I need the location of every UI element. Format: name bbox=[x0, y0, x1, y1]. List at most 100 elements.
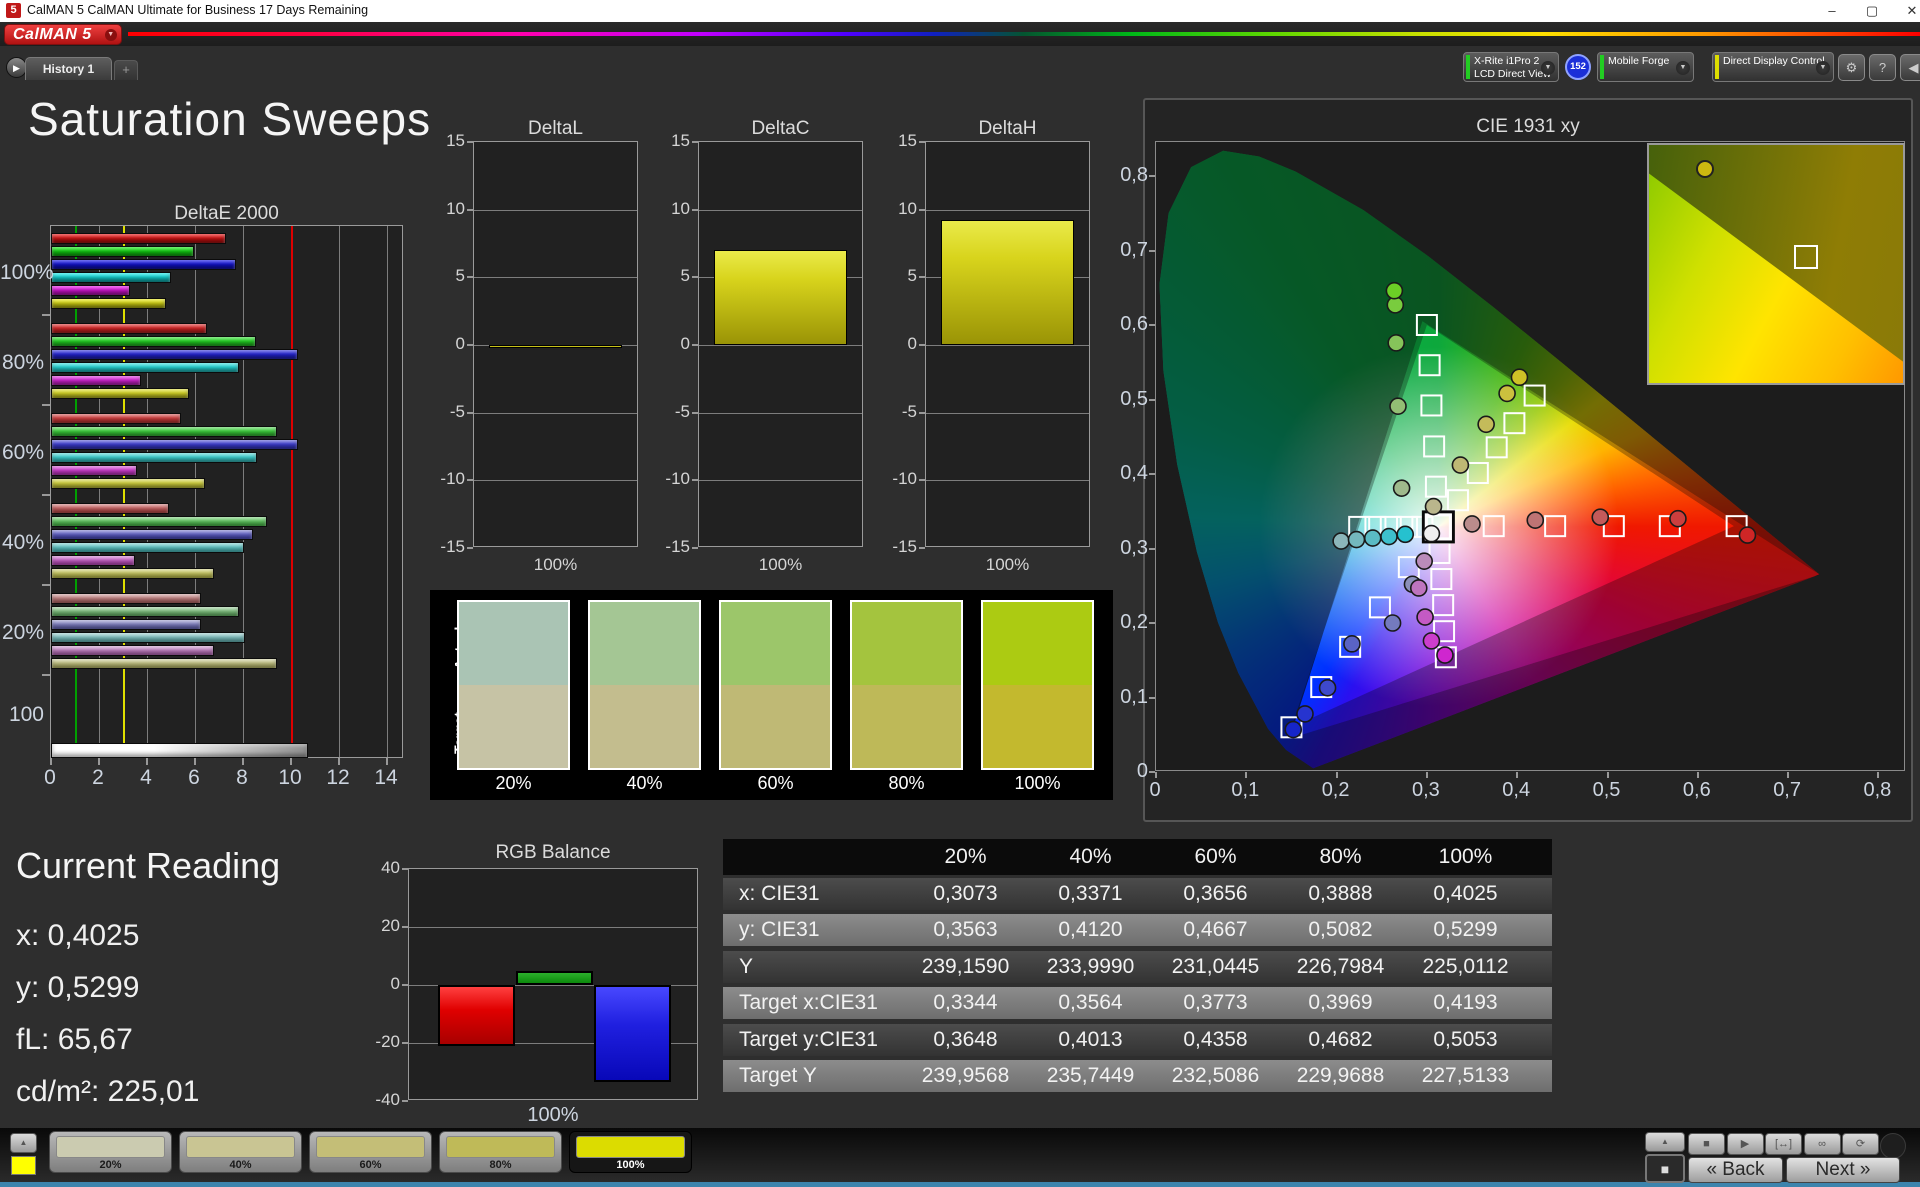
cie-x-tick bbox=[1696, 772, 1699, 778]
cie-measured-circle-cyan bbox=[1380, 527, 1398, 546]
collapse-button[interactable]: ◀ bbox=[1900, 54, 1920, 81]
cie-target-square-magenta bbox=[1430, 568, 1453, 591]
patch-swatch bbox=[446, 1136, 555, 1158]
swatch-target bbox=[852, 685, 961, 768]
table-row-label: Y bbox=[739, 954, 754, 978]
deltaH-plot bbox=[925, 141, 1090, 547]
cie-measured-circle-cyan bbox=[1363, 529, 1382, 547]
cie-title: CIE 1931 xy bbox=[1476, 116, 1580, 137]
cie-measured-circle-red bbox=[1463, 515, 1481, 533]
cie-zoom-inset bbox=[1647, 143, 1905, 385]
deltaC-plot bbox=[698, 141, 863, 547]
deltaL-gridline bbox=[474, 480, 637, 482]
deltaC-y-tick bbox=[692, 276, 698, 279]
rgb-y-label: 40 bbox=[381, 858, 400, 877]
cie-measured-circle-cyan bbox=[1347, 530, 1366, 549]
source-dropdown-icon[interactable]: ▼ bbox=[1676, 61, 1690, 75]
display-control-dropdown[interactable]: Direct Display Control ▼ bbox=[1712, 52, 1834, 82]
patch-button-20%[interactable]: 20% bbox=[49, 1131, 172, 1173]
cie-y-label: 0,5 bbox=[1120, 387, 1148, 410]
add-tab-button[interactable]: + bbox=[114, 60, 138, 80]
settings-button[interactable]: ⚙ bbox=[1838, 54, 1865, 81]
source-status-bar bbox=[1600, 55, 1604, 79]
transport-up-button[interactable]: ▲ bbox=[1645, 1132, 1685, 1152]
patch-button-60%[interactable]: 60% bbox=[309, 1131, 432, 1173]
rgb-y-label: -20 bbox=[375, 1032, 400, 1051]
display-control-dropdown-icon[interactable]: ▼ bbox=[1816, 61, 1830, 75]
deltaH-gridline bbox=[926, 345, 1089, 346]
swatch-actual bbox=[983, 602, 1092, 685]
cie-y-label: 0 bbox=[1136, 760, 1148, 782]
cie-y-tick bbox=[1149, 324, 1155, 326]
tab-history-1[interactable]: History 1 bbox=[25, 57, 112, 80]
cie-measured-circle-yellow bbox=[1424, 497, 1443, 516]
rgb-bar-blue bbox=[594, 985, 671, 1083]
transport-refresh-button[interactable]: ⟳ bbox=[1842, 1133, 1879, 1155]
table-cell: 0,3969 bbox=[1308, 991, 1373, 1015]
rgb-balance-title: RGB Balance bbox=[495, 842, 611, 863]
meter-count-badge: 152 bbox=[1565, 54, 1591, 80]
close-button[interactable]: ✕ bbox=[1892, 0, 1920, 22]
source-dropdown[interactable]: Mobile Forge ▼ bbox=[1597, 52, 1694, 82]
deltaH-bar bbox=[941, 219, 1074, 345]
patch-label: 100% bbox=[616, 1159, 645, 1171]
cie-target-square-magenta bbox=[1432, 594, 1455, 617]
cie-measured-circle-red bbox=[1526, 511, 1545, 529]
swatch-actual bbox=[852, 602, 961, 685]
table-row: Target x:CIE31 0,3344 0,3564 0,3773 0,3969 0,… bbox=[723, 987, 1552, 1020]
patch-button-100%[interactable]: 100% bbox=[569, 1131, 692, 1173]
meter-dropdown[interactable]: X-Rite i1Pro 2 LCD Direct View ▼ bbox=[1463, 52, 1559, 82]
back-button[interactable]: « Back bbox=[1688, 1157, 1783, 1183]
rgb-y-tick bbox=[402, 868, 408, 870]
stop-large-button[interactable]: ■ bbox=[1645, 1154, 1685, 1183]
table-row: Y 239,1590 233,9990 231,0445 226,7984 225,011… bbox=[723, 950, 1552, 983]
patch-swatch bbox=[316, 1136, 425, 1158]
calman-logo[interactable]: CalMAN 5 ▼ bbox=[4, 24, 122, 45]
session-play-icon[interactable]: ▶ bbox=[6, 57, 27, 78]
cie-target-square-red bbox=[1482, 515, 1505, 538]
transport-continuous-button[interactable]: ∞ bbox=[1803, 1133, 1841, 1155]
meter-dropdown-icon[interactable]: ▼ bbox=[1541, 61, 1555, 75]
patch-swatch bbox=[186, 1136, 295, 1158]
transport-read-button[interactable]: [↔] bbox=[1765, 1133, 1802, 1155]
rgb-balance-plot bbox=[408, 868, 698, 1100]
logo-dropdown-icon[interactable]: ▼ bbox=[105, 29, 117, 41]
maximize-button[interactable]: ▢ bbox=[1852, 0, 1892, 22]
cie-target-square-yellow bbox=[1446, 489, 1469, 512]
deltae-bar bbox=[51, 555, 135, 566]
patch-label: 60% bbox=[359, 1159, 382, 1171]
patch-list-up-button[interactable]: ▲ bbox=[10, 1133, 37, 1153]
cie-measured-circle-blue bbox=[1284, 720, 1303, 739]
patch-button-40%[interactable]: 40% bbox=[179, 1131, 302, 1173]
cie-y-tick bbox=[1149, 771, 1155, 773]
cie-y-label: 0,7 bbox=[1120, 238, 1148, 261]
rgb-y-label: -40 bbox=[375, 1090, 400, 1109]
current-reading-line: cd/m²: 225,01 bbox=[16, 1075, 200, 1108]
cie-measured-circle-cyan bbox=[1332, 532, 1350, 550]
table-row: Target Y 239,9568 235,7449 232,5086 229,9688… bbox=[723, 1060, 1552, 1092]
deltae-bar bbox=[51, 233, 227, 244]
deltaL-y-label: 0 bbox=[455, 334, 465, 353]
deltae-bar bbox=[51, 658, 277, 669]
cie-y-label: 0,2 bbox=[1120, 611, 1148, 633]
deltaL-y-label: 10 bbox=[446, 198, 465, 218]
transport-stop-button[interactable]: ■ bbox=[1688, 1133, 1725, 1155]
swatch-compare-panel: ActualTarget20%40%60%80%100% bbox=[430, 590, 1113, 800]
current-patch-indicator bbox=[11, 1156, 36, 1175]
deltae-x-tick bbox=[242, 758, 244, 765]
transport-play-button[interactable]: ▶ bbox=[1726, 1133, 1764, 1155]
help-button[interactable]: ? bbox=[1869, 54, 1896, 81]
minimize-button[interactable]: – bbox=[1812, 0, 1852, 22]
cie-x-label: 0,5 bbox=[1592, 779, 1621, 801]
cie-x-tick bbox=[1516, 772, 1519, 778]
deltaC-y-tick bbox=[692, 411, 698, 414]
deltae-bar bbox=[51, 375, 141, 386]
deltae-bar bbox=[51, 465, 138, 476]
next-button[interactable]: Next » bbox=[1786, 1157, 1900, 1183]
deltaH-y-tick bbox=[919, 479, 925, 482]
deltaC-y-label: 10 bbox=[671, 198, 690, 218]
deltae-title: DeltaE 2000 bbox=[174, 203, 279, 224]
patch-button-80%[interactable]: 80% bbox=[439, 1131, 562, 1173]
cie-measured-circle-blue bbox=[1296, 705, 1314, 723]
deltaC-gridline bbox=[699, 412, 862, 414]
